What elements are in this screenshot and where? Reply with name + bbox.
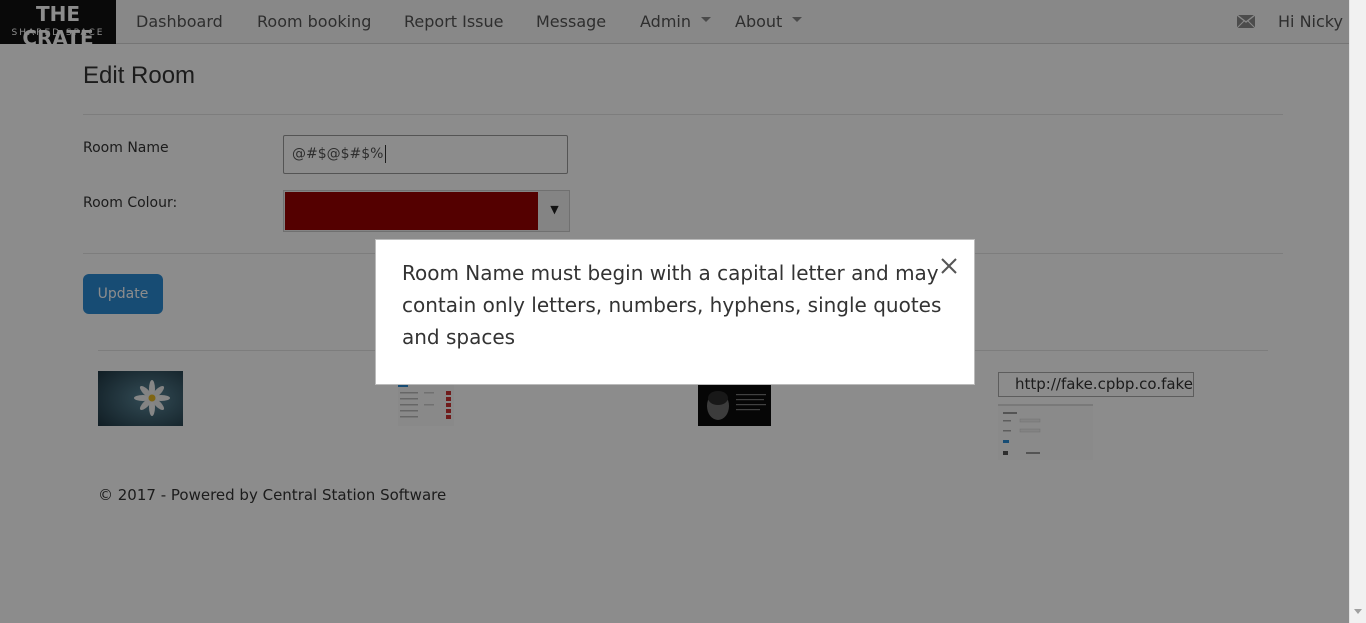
validation-modal: Room Name must begin with a capital lett… xyxy=(375,239,975,385)
vertical-scrollbar[interactable] xyxy=(1349,0,1366,623)
close-icon[interactable] xyxy=(939,256,959,276)
scroll-down-arrow-icon[interactable] xyxy=(1354,609,1362,614)
validation-message: Room Name must begin with a capital lett… xyxy=(402,261,942,349)
